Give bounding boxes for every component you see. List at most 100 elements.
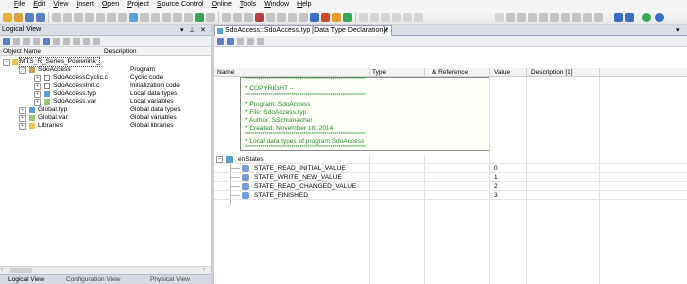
expand-toggle[interactable]: + — [34, 75, 41, 82]
scroll-right-icon[interactable]: › — [203, 267, 205, 273]
column-name[interactable]: Name — [217, 69, 234, 76]
column-description[interactable]: Description — [104, 48, 137, 55]
expand-icon[interactable] — [561, 13, 570, 22]
cut-icon[interactable] — [52, 13, 61, 22]
menu-online[interactable]: Online — [212, 0, 232, 10]
save-all-icon[interactable] — [36, 13, 45, 22]
remove-icon[interactable] — [625, 13, 634, 22]
tool-icon[interactable] — [33, 38, 40, 45]
menu-view[interactable]: View — [53, 0, 68, 10]
member-value[interactable]: 0 — [494, 164, 498, 173]
close-pane-icon[interactable]: ✕ — [200, 26, 206, 34]
column-type[interactable]: Type — [372, 69, 386, 76]
open-icon[interactable] — [14, 13, 23, 22]
tool-icon[interactable] — [23, 38, 30, 45]
move-down-icon[interactable] — [594, 13, 603, 22]
expand-toggle[interactable]: + — [19, 107, 26, 114]
warning-icon[interactable] — [332, 13, 341, 22]
replace-icon[interactable] — [140, 13, 149, 22]
tool-icon[interactable] — [237, 38, 244, 45]
scroll-left-icon[interactable]: ‹ — [1, 267, 3, 273]
comment-icon[interactable] — [184, 13, 193, 22]
tab-configuration-view[interactable]: Configuration View — [66, 276, 120, 283]
split-icon[interactable] — [244, 13, 253, 22]
tree-item-global-var[interactable]: + Global.var Global variables — [0, 114, 211, 122]
pin-icon[interactable]: ⊥ — [189, 26, 195, 34]
insert-member-icon[interactable] — [227, 38, 234, 45]
table-icon[interactable] — [370, 13, 379, 22]
tool-icon[interactable] — [257, 38, 264, 45]
tree-item-sdoaccess[interactable]: − SdoAccess Program — [0, 66, 211, 74]
zoom-icon[interactable] — [206, 13, 215, 22]
tool-icon[interactable] — [247, 38, 254, 45]
tab-physical-view[interactable]: Physical View — [150, 276, 190, 283]
back-icon[interactable] — [495, 13, 504, 22]
pane-menu-icon[interactable]: ▾ — [180, 26, 184, 34]
forward-icon[interactable] — [506, 13, 515, 22]
collapse-toggle[interactable]: − — [216, 156, 223, 163]
refresh-icon[interactable] — [517, 13, 526, 22]
watch-icon[interactable] — [414, 13, 423, 22]
grid-icon[interactable] — [359, 13, 368, 22]
build-icon[interactable] — [288, 13, 297, 22]
stop-icon[interactable] — [321, 13, 330, 22]
tree-horizontal-scrollbar[interactable]: ‹ › — [0, 266, 211, 274]
delete-icon[interactable] — [85, 13, 94, 22]
transfer-icon[interactable] — [255, 13, 264, 22]
move-up-icon[interactable] — [583, 13, 592, 22]
member-value[interactable]: 3 — [494, 191, 498, 200]
tree-item-global-typ[interactable]: + Global.typ Global data types — [0, 106, 211, 114]
column-value[interactable]: Value — [494, 69, 510, 76]
window-icon[interactable] — [222, 13, 231, 22]
tool-icon[interactable] — [93, 38, 100, 45]
sort-icon[interactable] — [550, 13, 559, 22]
indent-icon[interactable] — [162, 13, 171, 22]
tree-item-cyclic[interactable]: + SdoAccessCyclic.c Cyclic code — [0, 74, 211, 82]
collapse-toggle[interactable]: − — [19, 67, 26, 74]
member-value[interactable]: 2 — [494, 182, 498, 191]
insert-type-icon[interactable] — [217, 38, 224, 45]
settings-icon[interactable] — [277, 13, 286, 22]
new-icon[interactable] — [3, 13, 12, 22]
menu-insert[interactable]: Insert — [76, 0, 94, 10]
tree-item-init[interactable]: + SdoAccessInit.c Initialization code — [0, 82, 211, 90]
undo-icon[interactable] — [96, 13, 105, 22]
add-icon[interactable] — [614, 13, 623, 22]
menu-source-control[interactable]: Source Control — [157, 0, 204, 10]
table-row-member[interactable]: STATE_FINISHED 3 — [214, 191, 687, 200]
save-icon[interactable] — [25, 13, 34, 22]
menu-file[interactable]: File — [14, 0, 25, 10]
member-value[interactable]: 1 — [494, 173, 498, 182]
table-row-enstates[interactable]: − enStates — [214, 155, 687, 164]
menu-project[interactable]: Project — [127, 0, 149, 10]
tab-list-icon[interactable]: ▾ — [676, 26, 680, 34]
column-description[interactable]: Description [1] — [531, 69, 573, 76]
table-row-member[interactable]: STATE_READ_INITIAL_VALUE 0 — [214, 164, 687, 173]
column-object-name[interactable]: Object Name — [3, 48, 41, 55]
close-tab-icon[interactable]: ✕ — [383, 27, 389, 35]
layout-icon[interactable] — [233, 13, 242, 22]
tree-item-libraries[interactable]: + Libraries Global libraries — [0, 122, 211, 130]
menu-window[interactable]: Window — [264, 0, 289, 10]
tool-icon[interactable] — [63, 38, 70, 45]
tool-icon[interactable] — [73, 38, 80, 45]
tool-icon[interactable] — [53, 38, 60, 45]
tree-item-project[interactable]: − MTS_R_Series_Powerlink_ — [0, 57, 211, 67]
find-icon[interactable] — [129, 13, 138, 22]
table-row-member[interactable]: STATE_WRITE_NEW_VALUE 1 — [214, 173, 687, 182]
menu-tools[interactable]: Tools — [240, 0, 256, 10]
tool-icon[interactable] — [43, 38, 50, 45]
rebuild-icon[interactable] — [299, 13, 308, 22]
step-icon[interactable] — [195, 13, 204, 22]
table-row-member[interactable]: STATE_READ_CHANGED_VALUE 2 — [214, 182, 687, 191]
trace-icon[interactable] — [403, 13, 412, 22]
close-icon[interactable] — [118, 13, 127, 22]
menu-help[interactable]: Help — [297, 0, 311, 10]
bookmark-icon[interactable] — [151, 13, 160, 22]
tool-icon[interactable] — [13, 38, 20, 45]
online-icon[interactable] — [310, 13, 319, 22]
history-icon[interactable] — [528, 13, 537, 22]
monitor-icon[interactable] — [266, 13, 275, 22]
collapse-toggle[interactable]: − — [3, 59, 10, 66]
redo-icon[interactable] — [107, 13, 116, 22]
